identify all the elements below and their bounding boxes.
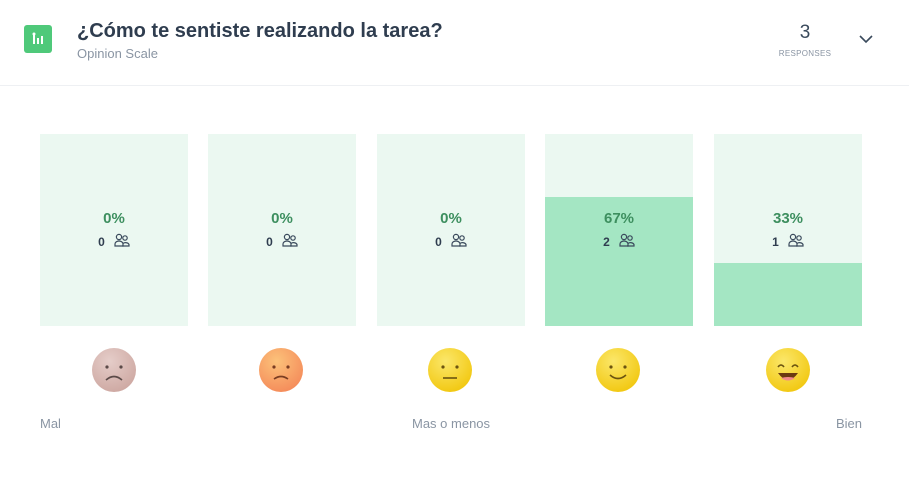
- option-percent: 0%: [271, 210, 293, 227]
- question-type: Opinion Scale: [77, 46, 158, 61]
- option-bar-3: 0% 0: [377, 134, 525, 326]
- people-icon: [282, 233, 298, 250]
- neutral-face-icon: [427, 347, 473, 393]
- people-icon: [451, 233, 467, 250]
- option-count-value: 2: [603, 234, 610, 249]
- option-count: 0: [40, 233, 188, 250]
- option-count: 0: [208, 233, 356, 250]
- scale-label-low: Mal: [40, 416, 61, 431]
- people-icon: [788, 233, 804, 250]
- scale-label-mid: Mas o menos: [412, 416, 491, 431]
- scale-label-high: Bien: [836, 416, 863, 431]
- responses-label: RESPONSES: [778, 49, 832, 58]
- people-icon: [619, 233, 635, 250]
- option-bar-5: 33% 1: [714, 134, 862, 326]
- question-title: ¿Cómo te sentiste realizando la tarea?: [77, 20, 443, 42]
- option-count-value: 1: [772, 234, 779, 249]
- option-count-value: 0: [98, 234, 105, 249]
- option-percent: 0%: [440, 210, 462, 227]
- question-header: ¿Cómo te sentiste realizando la tarea? O…: [0, 0, 909, 86]
- option-count-value: 0: [266, 234, 273, 249]
- smile-face-icon: [595, 347, 641, 393]
- responses-count: 3: [799, 22, 811, 43]
- frown-face-icon: [258, 347, 304, 393]
- option-percent: 67%: [603, 210, 635, 227]
- option-count: 2: [545, 233, 693, 250]
- grin-face-icon: [765, 347, 811, 393]
- option-percent: 33%: [772, 210, 804, 227]
- option-count: 1: [714, 233, 862, 250]
- sad-face-icon: [91, 347, 137, 393]
- option-bar-1: 0% 0: [40, 134, 188, 326]
- people-icon: [114, 233, 130, 250]
- option-count: 0: [377, 233, 525, 250]
- option-bar-2: 0% 0: [208, 134, 356, 326]
- option-bar-4: 67% 2: [545, 134, 693, 326]
- option-count-value: 0: [435, 234, 442, 249]
- opinion-scale-icon: [24, 25, 52, 53]
- chevron-down-icon[interactable]: [856, 31, 876, 47]
- option-percent: 0%: [103, 210, 125, 227]
- bar-fill: [714, 262, 862, 326]
